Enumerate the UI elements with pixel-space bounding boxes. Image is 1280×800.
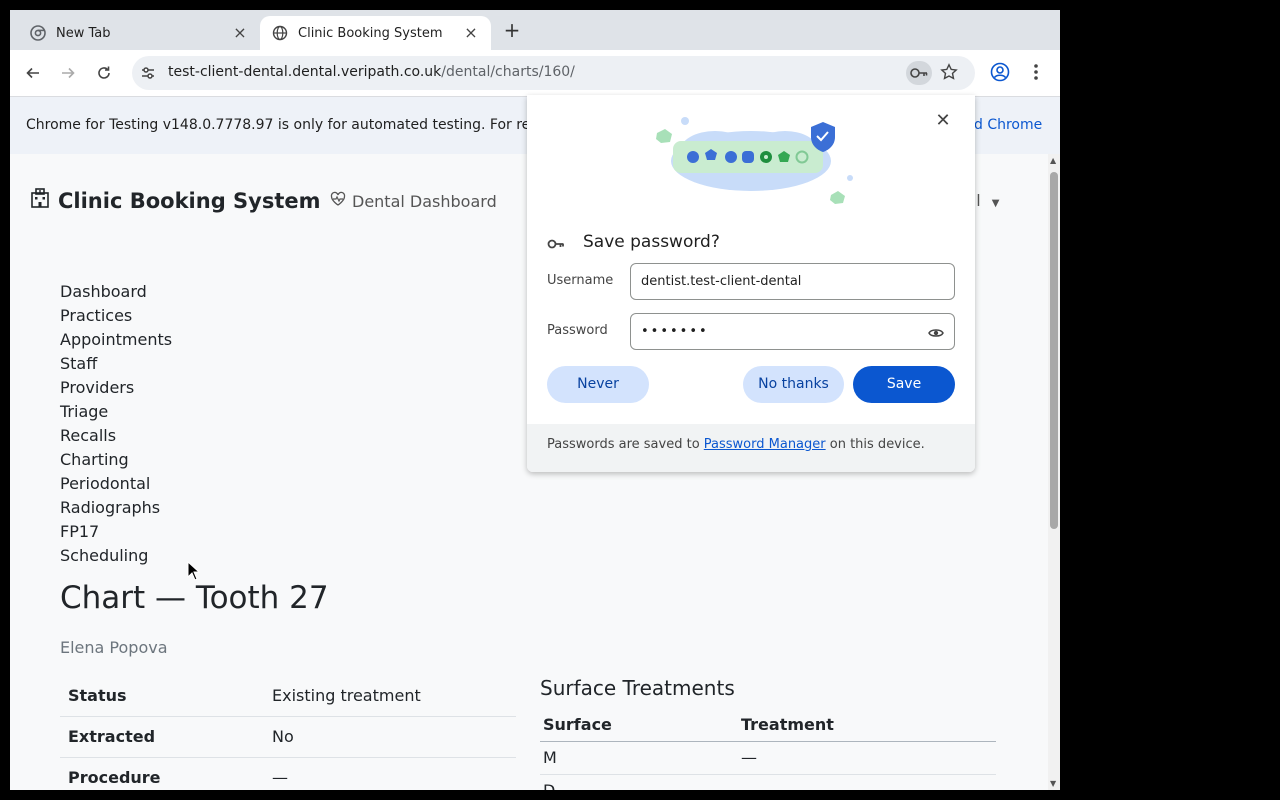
bookmark-star-icon[interactable] xyxy=(940,63,958,85)
nav-item-radiographs[interactable]: Radiographs xyxy=(60,496,172,520)
table-row: Procedure — xyxy=(60,757,516,790)
kebab-menu-icon[interactable] xyxy=(1030,62,1042,86)
detail-value: — xyxy=(264,757,516,790)
infobar-link[interactable]: d Chrome xyxy=(974,117,1042,133)
footer-text: Passwords are saved to xyxy=(547,437,704,452)
detail-value: Existing treatment xyxy=(264,675,516,717)
hospital-icon xyxy=(30,188,50,213)
close-tab-icon[interactable]: × xyxy=(232,25,248,41)
table-row: Extracted No xyxy=(60,716,516,758)
treatment-cell: — xyxy=(738,741,996,775)
browser-toolbar: test-client-dental.dental.veripath.co.uk… xyxy=(10,50,1060,96)
dashboard-link-label: Dental Dashboard xyxy=(352,191,497,211)
tab-new-tab[interactable]: New Tab × xyxy=(18,16,260,50)
save-password-dialog: ✕ Save password? Username dentist.test-c… xyxy=(527,95,975,472)
password-manager-link[interactable]: Password Manager xyxy=(704,437,826,452)
table-header-row: Surface Treatment xyxy=(540,708,996,742)
detail-value: No xyxy=(264,716,516,758)
username-field[interactable]: dentist.test-client-dental xyxy=(630,263,955,300)
close-tab-icon[interactable]: × xyxy=(463,25,479,41)
nav-item-charting[interactable]: Charting xyxy=(60,448,172,472)
password-label: Password xyxy=(547,323,608,338)
show-password-eye-icon[interactable] xyxy=(928,324,944,343)
page-title: Chart — Tooth 27 xyxy=(60,580,329,616)
infobar-message: Chrome for Testing v148.0.7778.97 is onl… xyxy=(26,117,531,133)
scroll-up-arrow-icon[interactable]: ▲ xyxy=(1050,156,1056,165)
table-row: D— xyxy=(540,774,996,790)
tab-title: Clinic Booking System xyxy=(298,25,443,41)
tab-clinic-booking[interactable]: Clinic Booking System × xyxy=(260,16,491,50)
reload-icon[interactable] xyxy=(93,62,115,84)
address-bar[interactable]: test-client-dental.dental.veripath.co.uk… xyxy=(132,56,975,90)
browser-window: New Tab × Clinic Booking System × + test… xyxy=(10,10,1060,790)
brand-title: Clinic Booking System xyxy=(58,188,321,213)
scroll-down-arrow-icon[interactable]: ▼ xyxy=(1050,779,1056,788)
brand[interactable]: Clinic Booking System xyxy=(30,188,321,213)
chrome-icon xyxy=(30,25,46,41)
save-button[interactable]: Save xyxy=(853,366,955,403)
column-header: Surface xyxy=(540,708,738,742)
table-row: M — xyxy=(540,741,996,775)
detail-label: Status xyxy=(60,675,264,717)
surface-cell: M xyxy=(540,741,738,775)
password-key-icon[interactable] xyxy=(906,61,932,85)
url-text: test-client-dental.dental.veripath.co.uk… xyxy=(168,64,575,80)
globe-icon xyxy=(272,25,288,41)
detail-label: Procedure xyxy=(60,757,264,790)
surface-treatments-heading: Surface Treatments xyxy=(540,676,735,700)
password-illustration-icon xyxy=(645,109,857,208)
nav-item-staff[interactable]: Staff xyxy=(60,352,172,376)
tooth-details-table: Status Existing treatment Extracted No Pro… xyxy=(60,675,516,790)
nav-item-triage[interactable]: Triage xyxy=(60,400,172,424)
patient-name: Elena Popova xyxy=(60,638,168,657)
new-tab-button[interactable]: + xyxy=(501,20,523,42)
heart-pulse-icon xyxy=(330,191,346,211)
no-thanks-button[interactable]: No thanks xyxy=(743,366,844,403)
site-settings-icon[interactable] xyxy=(140,65,156,85)
nav-item-practices[interactable]: Practices xyxy=(60,304,172,328)
surface-treatments-table: SurfaceTreatment M— D— xyxy=(540,708,996,790)
treatment-cell: — xyxy=(738,774,996,790)
nav-item-appointments[interactable]: Appointments xyxy=(60,328,172,352)
nav-item-recalls[interactable]: Recalls xyxy=(60,424,172,448)
column-header: Treatment xyxy=(738,708,996,742)
footer-text: on this device. xyxy=(825,437,925,452)
nav-item-dashboard[interactable]: Dashboard xyxy=(60,280,172,304)
tab-strip: New Tab × Clinic Booking System × + xyxy=(10,10,1060,50)
key-icon xyxy=(547,235,565,254)
profile-icon[interactable] xyxy=(990,62,1010,86)
password-field[interactable]: ••••••• xyxy=(630,313,955,350)
table-row: Status Existing treatment xyxy=(60,675,516,717)
page-scrollbar[interactable]: ▲ ▼ xyxy=(1048,154,1060,790)
dialog-title: Save password? xyxy=(583,232,720,252)
detail-label: Extracted xyxy=(60,716,264,758)
url-host: test-client-dental.dental.veripath.co.uk xyxy=(168,64,442,80)
username-label: Username xyxy=(547,273,614,288)
url-path: /dental/charts/160/ xyxy=(441,64,575,80)
close-dialog-icon[interactable]: ✕ xyxy=(933,111,953,131)
back-arrow-icon[interactable] xyxy=(22,62,44,84)
surface-cell: D xyxy=(540,774,738,790)
nav-item-providers[interactable]: Providers xyxy=(60,376,172,400)
never-button[interactable]: Never xyxy=(547,366,649,403)
caret-down-icon: ▼ xyxy=(991,198,1000,209)
dialog-footer: Passwords are saved to Password Manager … xyxy=(527,424,975,472)
tab-title: New Tab xyxy=(56,25,111,41)
forward-arrow-icon[interactable] xyxy=(57,62,79,84)
nav-item-periodontal[interactable]: Periodontal xyxy=(60,472,172,496)
scrollbar-thumb[interactable] xyxy=(1050,172,1058,529)
nav-item-scheduling[interactable]: Scheduling xyxy=(60,544,172,568)
mouse-cursor-icon xyxy=(187,560,201,585)
sidebar-nav: Dashboard Practices Appointments Staff P… xyxy=(60,280,172,568)
nav-item-fp17[interactable]: FP17 xyxy=(60,520,172,544)
dental-dashboard-link[interactable]: Dental Dashboard xyxy=(330,191,497,211)
